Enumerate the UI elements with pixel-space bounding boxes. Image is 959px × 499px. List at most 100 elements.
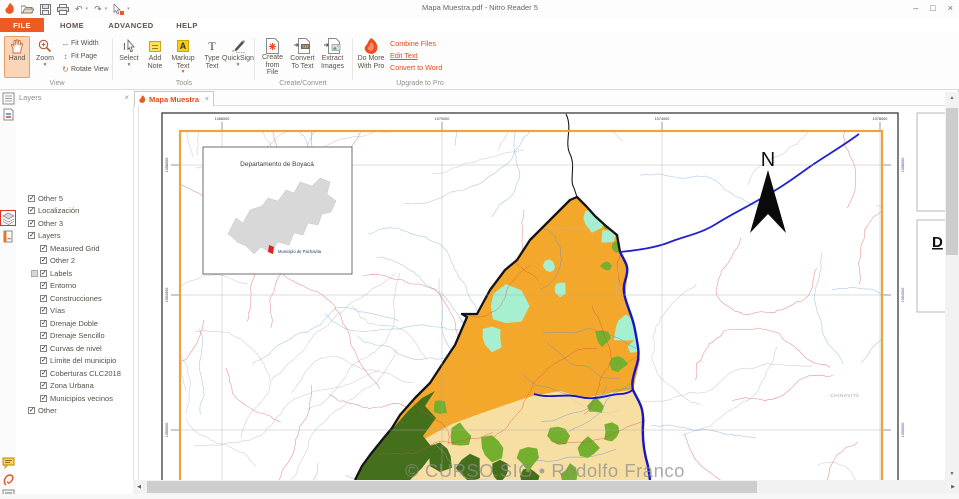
markup-dropdown-icon[interactable]: ▾	[182, 70, 185, 75]
vertical-scrollbar[interactable]: ▲ ▼	[945, 92, 959, 480]
layer-checkbox[interactable]: ✓	[40, 270, 47, 277]
panel-divider[interactable]	[133, 90, 134, 499]
layer-checkbox[interactable]: ✓	[40, 282, 47, 289]
layer-row-zona-urbana[interactable]: ✓Zona Urbana	[16, 380, 133, 393]
tab-home[interactable]: HOME	[52, 18, 92, 32]
layer-row-localizacion[interactable]: ✓Localización	[16, 205, 133, 218]
minimize-button[interactable]: –	[913, 2, 918, 14]
select-dropdown-icon[interactable]: ▾	[128, 63, 131, 68]
comments-panel-icon[interactable]	[2, 456, 15, 469]
attachments-panel-icon[interactable]	[2, 473, 15, 486]
layer-checkbox[interactable]: ✓	[28, 220, 35, 227]
bookmarks-panel-icon[interactable]	[2, 108, 15, 121]
hand-tool-button[interactable]: Hand	[4, 36, 30, 78]
select-special-icon[interactable]	[113, 4, 124, 15]
fit-page-button[interactable]: ↕Fit Page	[60, 50, 109, 63]
zoom-button[interactable]: Zoom ▾	[32, 36, 58, 78]
scroll-up-arrow[interactable]: ▲	[945, 92, 959, 104]
layer-row-drenaje-doble[interactable]: ✓Drenaje Doble	[16, 317, 133, 330]
scroll-left-arrow[interactable]: ◀	[133, 480, 145, 494]
layer-row-other5[interactable]: ✓Other 5	[16, 192, 133, 205]
document-tab-mapa-muestra[interactable]: Mapa Muestra ×	[134, 91, 214, 106]
layer-row-municipios-vecinos[interactable]: ✓Municipios vecinos	[16, 392, 133, 405]
markup-text-button[interactable]: A Markup Text ▾	[168, 36, 198, 78]
do-more-with-pro-button[interactable]: Do More With Pro	[356, 36, 386, 78]
document-viewport[interactable]: 1066000 1070000 1074000 1078000 1058000 …	[140, 106, 945, 480]
quicksign-dropdown-icon[interactable]: ▾	[237, 63, 240, 68]
layer-checkbox[interactable]: ✓	[40, 382, 47, 389]
horizontal-scrollbar[interactable]: ◀ ▶	[133, 480, 959, 494]
hand-icon	[10, 37, 24, 55]
convert-to-word-link[interactable]: Convert to Word	[390, 62, 442, 74]
signatures-panel-icon[interactable]	[2, 230, 15, 243]
layer-checkbox[interactable]: ✓	[28, 195, 35, 202]
open-folder-icon[interactable]	[21, 4, 34, 14]
add-note-button[interactable]: Add Note	[142, 36, 168, 78]
type-text-button[interactable]: T Type Text	[200, 36, 224, 78]
layer-checkbox[interactable]: ✓	[40, 307, 47, 314]
grid-label-top: 1070000	[435, 117, 450, 121]
fit-width-icon: ↔	[60, 39, 71, 48]
qat-customize-icon[interactable]: ▾	[127, 6, 130, 12]
layer-row-curvas-de-nivel[interactable]: ✓Curvas de nivel	[16, 342, 133, 355]
type-text-icon: T	[208, 37, 215, 55]
edit-text-link[interactable]: Edit Text	[390, 50, 442, 62]
rotate-view-button[interactable]: ↻Rotate View	[60, 63, 109, 76]
combine-files-link[interactable]: Combine Files	[390, 38, 442, 50]
layer-row-other2[interactable]: ✓Other 2	[16, 255, 133, 268]
layer-row-entorno[interactable]: ✓Entorno	[16, 280, 133, 293]
quicksign-button[interactable]: x QuickSign ▾	[224, 36, 252, 78]
layer-row-coberturas[interactable]: ✓Coberturas CLC2018	[16, 367, 133, 380]
layer-row-labels[interactable]: ✓Labels	[16, 267, 133, 280]
horizontal-scroll-thumb[interactable]	[147, 481, 757, 493]
layer-row-construcciones[interactable]: ✓Construcciones	[16, 292, 133, 305]
layer-row-limite-municipio[interactable]: ✓Límite del municipio	[16, 355, 133, 368]
layer-row-other[interactable]: ✓Other	[16, 405, 133, 418]
layer-checkbox[interactable]: ✓	[40, 370, 47, 377]
redo-icon[interactable]: ↷	[94, 4, 102, 14]
vertical-scroll-thumb[interactable]	[946, 108, 958, 255]
convert-to-text-button[interactable]: TXT Convert To Text	[288, 36, 317, 78]
tab-advanced[interactable]: ADVANCED	[100, 18, 162, 32]
layer-checkbox[interactable]: ✓	[40, 295, 47, 302]
document-tab-close-icon[interactable]: ×	[205, 96, 209, 103]
scroll-down-arrow[interactable]: ▼	[945, 468, 959, 480]
layer-checkbox[interactable]: ✓	[40, 320, 47, 327]
pages-panel-icon[interactable]	[2, 92, 15, 105]
layers-panel-close-icon[interactable]: ×	[124, 93, 129, 102]
maximize-button[interactable]: □	[930, 2, 935, 14]
close-button[interactable]: ×	[948, 2, 953, 14]
layer-group-state-box[interactable]	[31, 270, 38, 277]
layer-checkbox[interactable]: ✓	[40, 332, 47, 339]
layer-row-drenaje-sencillo[interactable]: ✓Drenaje Sencillo	[16, 330, 133, 343]
layer-checkbox[interactable]: ✓	[40, 257, 47, 264]
layer-checkbox[interactable]: ✓	[40, 345, 47, 352]
layer-row-other3[interactable]: ✓Other 3	[16, 217, 133, 230]
layer-row-layers[interactable]: ✓Layers	[16, 230, 133, 243]
extract-images-button[interactable]: Extract Images	[318, 36, 347, 78]
undo-icon[interactable]: ↶	[75, 4, 83, 14]
layer-row-measured-grid[interactable]: ✓Measured Grid	[16, 242, 133, 255]
fit-width-button[interactable]: ↔Fit Width	[60, 37, 109, 50]
layer-checkbox[interactable]: ✓	[28, 232, 35, 239]
grid-label-right: 1054000	[901, 288, 905, 303]
upgrade-group-label: Upgrade to Pro	[356, 80, 484, 87]
layers-panel-icon[interactable]	[2, 212, 15, 225]
create-from-file-button[interactable]: Create from File	[258, 36, 287, 78]
tab-help[interactable]: HELP	[168, 18, 206, 32]
redo-dropdown-icon[interactable]: ▾	[105, 6, 108, 12]
print-icon[interactable]	[57, 4, 69, 15]
panel-divider[interactable]	[138, 90, 139, 499]
layer-checkbox[interactable]: ✓	[40, 357, 47, 364]
select-tool-button[interactable]: I Select ▾	[116, 36, 142, 78]
layer-checkbox[interactable]: ✓	[28, 207, 35, 214]
tab-file[interactable]: FILE	[0, 18, 44, 32]
scroll-right-arrow[interactable]: ▶	[947, 480, 959, 494]
zoom-dropdown-icon[interactable]: ▾	[44, 63, 47, 68]
save-icon[interactable]	[40, 4, 51, 15]
layer-checkbox[interactable]: ✓	[40, 245, 47, 252]
layer-checkbox[interactable]: ✓	[28, 407, 35, 414]
layer-row-vias[interactable]: ✓Vías	[16, 305, 133, 318]
undo-dropdown-icon[interactable]: ▾	[86, 6, 89, 12]
layer-checkbox[interactable]: ✓	[40, 395, 47, 402]
